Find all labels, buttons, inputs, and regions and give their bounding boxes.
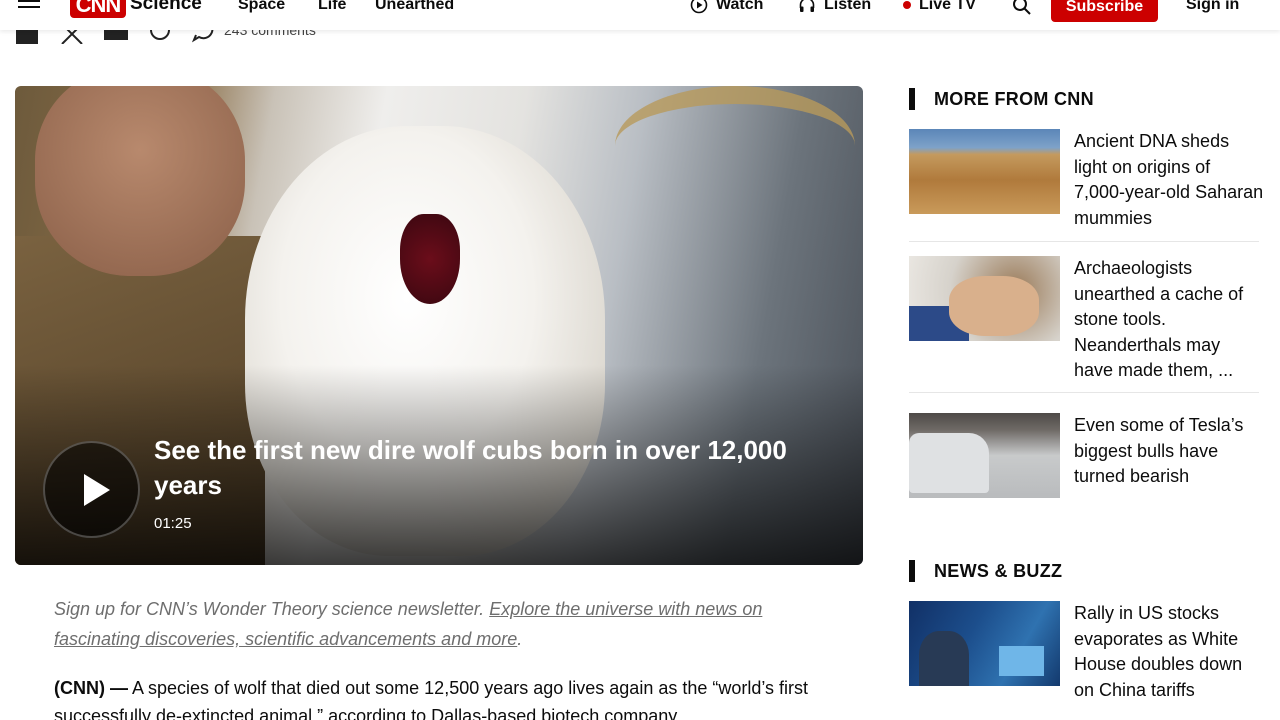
video-title[interactable]: See the first new dire wolf cubs born in… [154,433,814,503]
nav-link-space[interactable]: Space [238,0,285,14]
play-circle-icon [690,0,708,14]
menu-icon[interactable] [18,0,40,14]
newsletter-promo: Sign up for CNN’s Wonder Theory science … [54,594,844,654]
video-thumbnail-antlers [615,86,855,206]
watch-label: Watch [716,0,764,13]
facebook-icon[interactable] [16,30,40,44]
story-thumbnail[interactable] [909,601,1060,686]
comments-link[interactable]: 243 comments [192,30,316,44]
story-headline[interactable]: Archaeologists unearthed a cache of ston… [1074,256,1264,384]
video-player[interactable]: See the first new dire wolf cubs born in… [15,86,863,565]
article-lead-paragraph: (CNN) — A species of wolf that died out … [54,674,854,720]
search-icon[interactable] [1012,0,1032,16]
comments-count: 243 comments [224,30,316,38]
comment-bubble-icon [192,30,214,43]
top-navigation-bar: CNN Science Space Life Unearthed Watch L… [0,0,1280,30]
cnn-logo[interactable]: CNN [70,0,126,18]
link-icon[interactable] [148,30,172,44]
divider [909,392,1259,393]
video-duration: 01:25 [154,515,192,532]
headphones-icon [799,0,815,12]
live-dot-icon [903,1,911,9]
newsletter-text: Sign up for CNN’s Wonder Theory science … [54,599,490,619]
newsletter-suffix: . [517,629,523,649]
live-tv-link[interactable]: Live TV [903,0,976,14]
email-icon[interactable] [104,30,128,44]
divider [909,241,1259,242]
watch-link[interactable]: Watch [690,0,763,14]
article-lead-text: A species of wolf that died out some 12,… [54,678,809,720]
section-title[interactable]: Science [130,0,202,15]
story-headline[interactable]: Ancient DNA sheds light on origins of 7,… [1074,129,1264,231]
subscribe-button[interactable]: Subscribe [1051,0,1158,22]
nav-link-life[interactable]: Life [318,0,346,14]
story-thumbnail[interactable] [909,256,1060,341]
listen-link[interactable]: Listen [798,0,871,14]
story-headline[interactable]: Even some of Tesla’s biggest bulls have … [1074,413,1264,490]
listen-label: Listen [824,0,872,13]
x-icon[interactable] [60,30,84,44]
share-bar: 243 comments [16,30,316,44]
live-tv-label: Live TV [919,0,976,13]
sign-in-button[interactable]: Sign in [1186,0,1239,14]
story-headline[interactable]: Rally in US stocks evaporates as White H… [1074,601,1264,703]
play-button[interactable] [43,441,140,538]
more-from-cnn-heading: MORE FROM CNN [909,88,1094,110]
video-thumbnail-face [35,86,245,276]
video-thumbnail-wolf-mouth [400,214,460,304]
article-source-tag: (CNN) — [54,678,128,698]
story-thumbnail[interactable] [909,413,1060,498]
news-and-buzz-heading: NEWS & BUZZ [909,560,1062,582]
nav-link-unearthed[interactable]: Unearthed [375,0,454,14]
story-thumbnail[interactable] [909,129,1060,214]
